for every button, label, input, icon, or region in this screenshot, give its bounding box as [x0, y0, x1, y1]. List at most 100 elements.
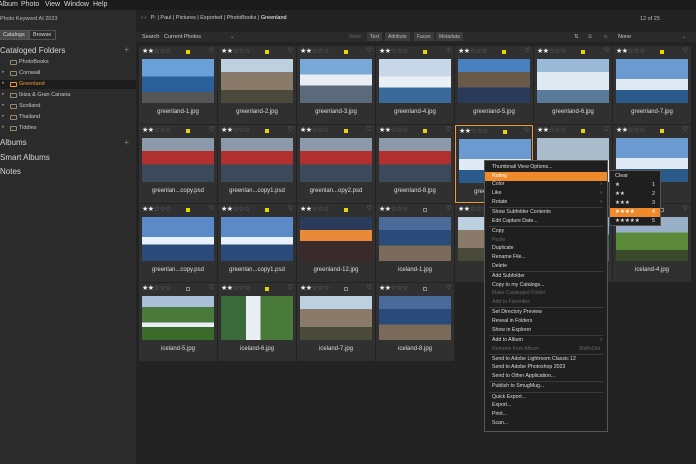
- folder-item[interactable]: PhotoBooks: [0, 58, 136, 67]
- flag-icon[interactable]: [344, 50, 348, 54]
- context-menu-item[interactable]: Show in Explorer: [485, 326, 607, 335]
- flag-icon[interactable]: [265, 287, 269, 291]
- expand-arrow-icon[interactable]: ▸: [2, 113, 5, 119]
- photo-thumbnail[interactable]: [379, 138, 451, 182]
- rating-stars[interactable]: ★★☆☆☆: [300, 47, 329, 55]
- section-cataloged-folders[interactable]: Cataloged Folders: [0, 46, 65, 55]
- heart-icon[interactable]: ♡: [209, 205, 214, 212]
- expand-arrow-icon[interactable]: ▸: [2, 69, 5, 75]
- flag-icon[interactable]: [186, 208, 190, 212]
- heart-icon[interactable]: ♡: [604, 126, 609, 133]
- photo-thumbnail[interactable]: [221, 296, 293, 340]
- context-menu-item[interactable]: Publish to SmugMug...: [485, 382, 607, 391]
- rating-stars[interactable]: ★★☆☆☆: [616, 47, 645, 55]
- photo-cell[interactable]: ★★☆☆☆ ♡ greenland-8.jpg: [376, 125, 454, 203]
- rating-stars[interactable]: ★★☆☆☆: [142, 284, 171, 292]
- chevron-down-icon[interactable]: ⌄: [230, 34, 235, 40]
- photo-cell[interactable]: ★★☆☆☆ ♡ greenland-12.jpg: [297, 204, 375, 282]
- sort-icon[interactable]: ⇅: [574, 34, 579, 40]
- tab-browse[interactable]: Browse: [28, 30, 57, 40]
- rating-stars[interactable]: ★★☆☆☆: [221, 47, 250, 55]
- heart-icon[interactable]: ♡: [446, 205, 451, 212]
- photo-thumbnail[interactable]: [142, 138, 214, 182]
- context-menu-item[interactable]: Scan...: [485, 419, 607, 428]
- flag-icon[interactable]: [265, 50, 269, 54]
- folder-item[interactable]: ▸ Scotland: [0, 102, 136, 111]
- menu-view[interactable]: View: [45, 1, 60, 8]
- tab-catalogs[interactable]: Catalogs: [0, 30, 30, 40]
- context-menu-item[interactable]: Rename File...: [485, 253, 607, 262]
- photo-thumbnail[interactable]: [537, 59, 609, 103]
- light-icon[interactable]: ☼: [603, 34, 608, 40]
- flag-icon[interactable]: [581, 129, 585, 133]
- context-menu-item[interactable]: Print...: [485, 410, 607, 419]
- photo-thumbnail[interactable]: [221, 59, 293, 103]
- context-menu-item[interactable]: Send to Adobe Photoshop 2023: [485, 363, 607, 372]
- search-scope-select[interactable]: Current Photos: [164, 34, 201, 40]
- flag-icon[interactable]: [344, 287, 348, 291]
- photo-thumbnail[interactable]: [458, 59, 530, 103]
- rating-stars[interactable]: ★★☆☆☆: [221, 126, 250, 134]
- heart-icon[interactable]: ♡: [683, 47, 688, 54]
- filter-text[interactable]: Text: [367, 32, 383, 41]
- rating-option[interactable]: ★★★★ 4: [610, 208, 660, 217]
- section-smart-albums[interactable]: Smart Albums: [0, 153, 50, 162]
- rating-stars[interactable]: ★★☆☆☆: [379, 284, 408, 292]
- rating-stars[interactable]: ★★☆☆☆: [537, 47, 566, 55]
- expand-arrow-icon[interactable]: ▸: [2, 102, 5, 108]
- heart-icon[interactable]: ♡: [446, 126, 451, 133]
- context-menu-item[interactable]: Add to Album ›: [485, 336, 607, 345]
- flag-icon[interactable]: [423, 208, 427, 212]
- context-menu-item[interactable]: Color ›: [485, 180, 607, 189]
- photo-thumbnail[interactable]: [616, 59, 688, 103]
- flag-icon[interactable]: [660, 129, 664, 133]
- expand-arrow-icon[interactable]: ▸: [2, 91, 5, 97]
- menu-album[interactable]: Album: [0, 1, 18, 8]
- filter-metadata[interactable]: Metadata: [436, 32, 463, 41]
- photo-cell[interactable]: ★★☆☆☆ ♡ iceland-5.jpg: [139, 283, 217, 361]
- back-forward-icon[interactable]: ‹ ›: [141, 15, 146, 21]
- photo-thumbnail[interactable]: [142, 59, 214, 103]
- rating-option[interactable]: ★ 1: [610, 181, 660, 190]
- context-menu-item[interactable]: Thumbnail View Options...: [485, 163, 607, 172]
- flag-icon[interactable]: [423, 129, 427, 133]
- photo-cell[interactable]: ★★☆☆☆ ♡ iceland-1.jpg: [376, 204, 454, 282]
- photo-thumbnail[interactable]: [379, 59, 451, 103]
- heart-icon[interactable]: ♡: [604, 47, 609, 54]
- folder-item[interactable]: ▸ Ibiza & Gran Canaria: [0, 91, 136, 100]
- photo-cell[interactable]: ★★☆☆☆ ♡ iceland-7.jpg: [297, 283, 375, 361]
- heart-icon[interactable]: ♡: [288, 126, 293, 133]
- photo-cell[interactable]: ★★☆☆☆ ♡ greenlan...copy1.psd: [218, 125, 296, 203]
- context-menu-item[interactable]: Add Subfolder: [485, 272, 607, 281]
- flag-icon[interactable]: [265, 129, 269, 133]
- photo-cell[interactable]: ★★☆☆☆ ♡ iceland-8.jpg: [376, 283, 454, 361]
- context-menu-item[interactable]: Set Directory Preview: [485, 308, 607, 317]
- photo-cell[interactable]: ★★☆☆☆ ♡ greenland-5.jpg: [455, 46, 533, 124]
- heart-icon[interactable]: ♡: [209, 284, 214, 291]
- rating-stars[interactable]: ★★☆☆☆: [459, 127, 488, 135]
- flag-icon[interactable]: [186, 287, 190, 291]
- context-menu-item[interactable]: Export...: [485, 401, 607, 410]
- heart-icon[interactable]: ♡: [367, 47, 372, 54]
- rating-option[interactable]: ★★ 2: [610, 190, 660, 199]
- menu-photo[interactable]: Photo: [21, 1, 39, 8]
- photo-thumbnail[interactable]: [300, 296, 372, 340]
- photo-cell[interactable]: ★★☆☆☆ ♡ greenland-3.jpg: [297, 46, 375, 124]
- heart-icon[interactable]: ♡: [446, 47, 451, 54]
- filter-faces[interactable]: Faces: [414, 32, 434, 41]
- heart-icon[interactable]: ♡: [524, 127, 529, 134]
- folder-item[interactable]: ▸ Thailand: [0, 113, 136, 122]
- photo-cell[interactable]: ★★☆☆☆ ♡ greenland-1.jpg: [139, 46, 217, 124]
- rating-stars[interactable]: ★★☆☆☆: [379, 47, 408, 55]
- context-menu-item[interactable]: Rotate ›: [485, 198, 607, 207]
- filter-attribute[interactable]: Attribute: [385, 32, 410, 41]
- flag-icon[interactable]: [186, 50, 190, 54]
- photo-cell[interactable]: ★★☆☆☆ ♡ greenlan...opy2.psd: [297, 125, 375, 203]
- rating-option[interactable]: Clear: [610, 172, 660, 181]
- context-menu-item[interactable]: Rating ›: [485, 171, 607, 181]
- heart-icon[interactable]: ♡: [683, 205, 688, 212]
- rating-stars[interactable]: ★★☆☆☆: [379, 126, 408, 134]
- photo-thumbnail[interactable]: [142, 217, 214, 261]
- heart-icon[interactable]: ♡: [367, 205, 372, 212]
- rating-stars[interactable]: ★★☆☆☆: [221, 284, 250, 292]
